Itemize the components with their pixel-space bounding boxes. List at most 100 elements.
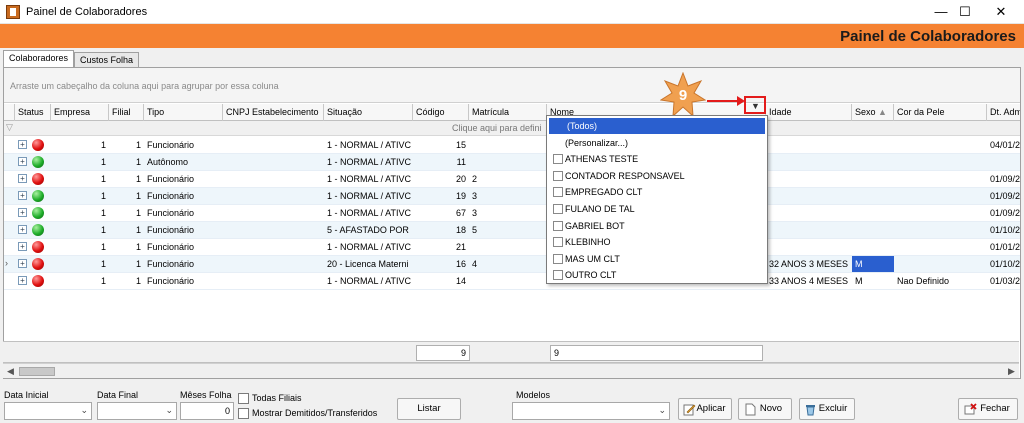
cell-sexo[interactable]: M	[852, 256, 894, 272]
mostrar-demitidos-checkbox[interactable]	[238, 408, 249, 419]
cell-cnpj[interactable]	[223, 239, 324, 255]
cell-dtadm[interactable]: 01/01/2	[987, 239, 1020, 255]
filter-option[interactable]: FULANO DE TAL	[549, 201, 765, 217]
cell-matricula[interactable]: 3	[469, 188, 547, 204]
cell-codigo[interactable]: 19	[413, 188, 469, 204]
cell-cnpj[interactable]	[223, 171, 324, 187]
cell-matricula[interactable]: 5	[469, 222, 547, 238]
cell-matricula[interactable]: 2	[469, 171, 547, 187]
cell-tipo[interactable]: Funcionário	[144, 171, 223, 187]
cell-codigo[interactable]: 15	[413, 137, 469, 153]
cell-sexo[interactable]: M	[852, 273, 894, 289]
filter-option[interactable]: KLEBINHO	[549, 234, 765, 250]
listar-button[interactable]: Listar	[397, 398, 461, 420]
excluir-button[interactable]: Excluir	[799, 398, 855, 420]
filter-option[interactable]: OUTRO CLT	[549, 267, 765, 283]
expand-row-icon[interactable]: +	[18, 157, 27, 166]
cell-matricula[interactable]: 3	[469, 205, 547, 221]
cell-codigo[interactable]: 14	[413, 273, 469, 289]
modelos-select[interactable]: ⌄	[512, 402, 670, 420]
table-row[interactable]: +1 1 Funcionário 1 - NORMAL / ATIVC 21 01/01/…	[4, 239, 1020, 256]
filter-option[interactable]: CONTADOR RESPONSAVEL	[549, 168, 765, 184]
cell-situacao[interactable]: 1 - NORMAL / ATIVC	[324, 188, 413, 204]
filter-checkbox[interactable]	[553, 220, 563, 231]
cell-idade[interactable]: 32 ANOS 3 MESES	[766, 256, 852, 272]
cell-idade[interactable]	[766, 171, 852, 187]
cell-filial[interactable]: 1	[109, 205, 144, 221]
tab-colaboradores[interactable]: Colaboradores	[3, 50, 75, 68]
cell-idade[interactable]	[766, 239, 852, 255]
cell-cor[interactable]	[894, 222, 987, 238]
col-situacao[interactable]: Situação	[324, 104, 413, 121]
cell-situacao[interactable]: 1 - NORMAL / ATIVC	[324, 137, 413, 153]
cell-empresa[interactable]: 1	[51, 273, 109, 289]
cell-dtadm[interactable]	[987, 154, 1020, 170]
cell-cor[interactable]	[894, 205, 987, 221]
scroll-thumb[interactable]	[19, 367, 55, 376]
col-status[interactable]: Status	[15, 104, 51, 121]
col-cnpj[interactable]: CNPJ Estabelecimento	[223, 104, 324, 121]
cell-dtadm[interactable]: 01/09/2	[987, 171, 1020, 187]
cell-tipo[interactable]: Funcionário	[144, 188, 223, 204]
cell-cnpj[interactable]	[223, 137, 324, 153]
cell-tipo[interactable]: Funcionário	[144, 273, 223, 289]
cell-empresa[interactable]: 1	[51, 205, 109, 221]
cell-dtadm[interactable]: 01/09/2	[987, 205, 1020, 221]
cell-filial[interactable]: 1	[109, 171, 144, 187]
cell-situacao[interactable]: 1 - NORMAL / ATIVC	[324, 273, 413, 289]
cell-sexo[interactable]	[852, 205, 894, 221]
expand-row-icon[interactable]: +	[18, 208, 27, 217]
scroll-left-icon[interactable]: ◀	[7, 366, 14, 377]
cell-codigo[interactable]: 20	[413, 171, 469, 187]
cell-filial[interactable]: 1	[109, 137, 144, 153]
filter-checkbox[interactable]	[553, 237, 563, 248]
close-button[interactable]: ✕	[978, 0, 1024, 24]
cell-tipo[interactable]: Funcionário	[144, 239, 223, 255]
table-row[interactable]: +1 1 Funcionário 1 - NORMAL / ATIVC 19 3 01/09…	[4, 188, 1020, 205]
data-inicial-picker[interactable]: ⌄	[4, 402, 92, 420]
cell-empresa[interactable]: 1	[51, 188, 109, 204]
table-row[interactable]: +1 1 Funcionário 1 - NORMAL / ATIVC 15 04/01/…	[4, 137, 1020, 154]
cell-cnpj[interactable]	[223, 188, 324, 204]
filter-checkbox[interactable]	[553, 170, 563, 181]
fechar-button[interactable]: Fechar	[958, 398, 1018, 420]
expand-row-icon[interactable]: +	[18, 242, 27, 251]
novo-button[interactable]: Novo	[738, 398, 792, 420]
table-row[interactable]: +1 1 Autônomo 1 - NORMAL / ATIVC 11	[4, 154, 1020, 171]
table-row[interactable]: +1 1 Funcionário 5 - AFASTADO POR 18 5 01/10/2	[4, 222, 1020, 239]
horizontal-scrollbar[interactable]: ◀ ▶	[3, 363, 1019, 378]
cell-matricula[interactable]	[469, 239, 547, 255]
cell-tipo[interactable]: Autônomo	[144, 154, 223, 170]
cell-filial[interactable]: 1	[109, 273, 144, 289]
table-row[interactable]: › +1 1 Funcionário 20 - Licenca Materni 16 4 32…	[4, 256, 1020, 273]
expand-row-icon[interactable]: +	[18, 225, 27, 234]
cell-sexo[interactable]	[852, 154, 894, 170]
cell-idade[interactable]	[766, 205, 852, 221]
cell-cor[interactable]	[894, 137, 987, 153]
cell-sexo[interactable]	[852, 222, 894, 238]
col-empresa[interactable]: Empresa	[51, 104, 109, 121]
cell-filial[interactable]: 1	[109, 188, 144, 204]
filter-option[interactable]: ATHENAS TESTE	[549, 151, 765, 167]
cell-sexo[interactable]	[852, 188, 894, 204]
meses-folha-input[interactable]: 0	[180, 402, 234, 420]
cell-tipo[interactable]: Funcionário	[144, 205, 223, 221]
cell-situacao[interactable]: 5 - AFASTADO POR	[324, 222, 413, 238]
filter-option-personalizar[interactable]: (Personalizar...)	[549, 135, 765, 151]
cell-filial[interactable]: 1	[109, 239, 144, 255]
expand-row-icon[interactable]: +	[18, 191, 27, 200]
cell-codigo[interactable]: 18	[413, 222, 469, 238]
cell-codigo[interactable]: 21	[413, 239, 469, 255]
cell-matricula[interactable]	[469, 137, 547, 153]
cell-dtadm[interactable]: 01/10/2	[987, 256, 1020, 272]
scroll-right-icon[interactable]: ▶	[1008, 366, 1015, 377]
data-final-picker[interactable]: ⌄	[97, 402, 177, 420]
cell-tipo[interactable]: Funcionário	[144, 222, 223, 238]
cell-cnpj[interactable]	[223, 205, 324, 221]
cell-tipo[interactable]: Funcionário	[144, 256, 223, 272]
cell-codigo[interactable]: 67	[413, 205, 469, 221]
cell-cnpj[interactable]	[223, 154, 324, 170]
cell-matricula[interactable]: 4	[469, 256, 547, 272]
expand-row-icon[interactable]: +	[18, 259, 27, 268]
cell-sexo[interactable]	[852, 137, 894, 153]
